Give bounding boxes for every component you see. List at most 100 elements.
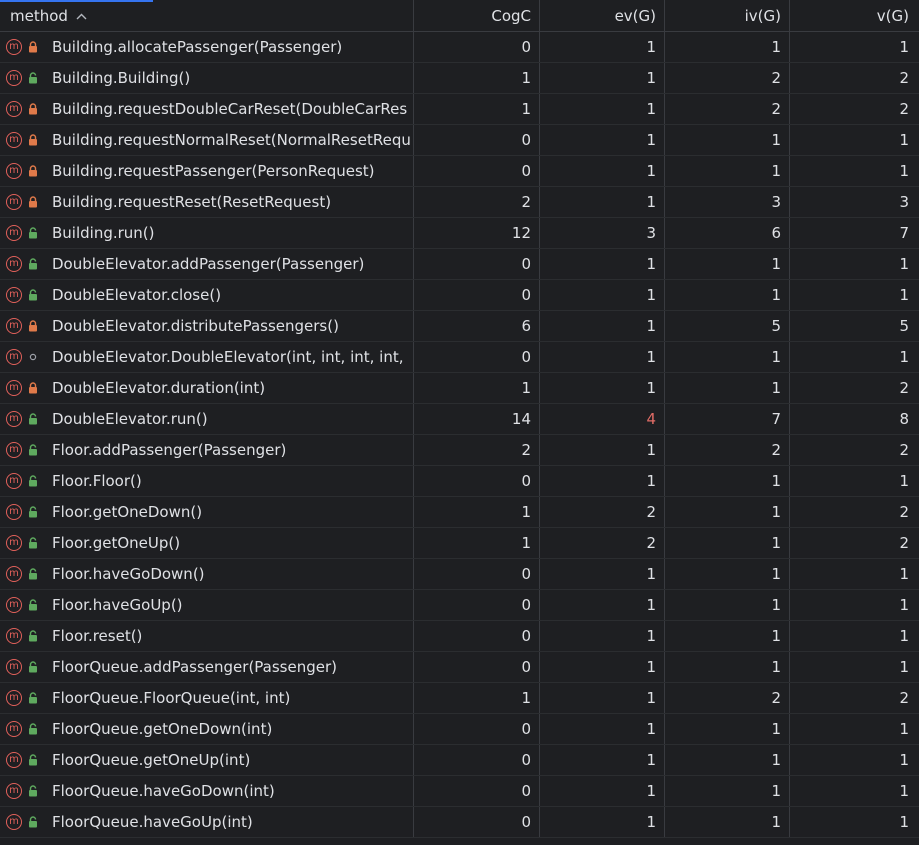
public-unlock-icon [26,691,40,705]
table-row[interactable]: m Building.requestReset(ResetRequest) 2 1 3 3 [0,187,919,218]
ev-cell: 4 [540,404,665,434]
v-cell: 1 [899,658,909,676]
table-row[interactable]: m DoubleElevator.distributePassengers() 6 1… [0,311,919,342]
method-icon: m [6,287,22,303]
method-cell: m Building.requestPassenger(PersonRequest… [0,156,414,186]
table-row[interactable]: m Floor.getOneDown() 1 2 1 2 [0,497,919,528]
method-name: FloorQueue.getOneDown(int) [52,720,273,738]
v-cell: 1 [899,131,909,149]
public-unlock-icon [26,753,40,767]
v-cell: 2 [899,379,909,397]
table-row[interactable]: m Building.requestNormalReset(NormalReset… [0,125,919,156]
column-header-cogc[interactable]: CogC [414,0,540,31]
table-row[interactable]: m Building.allocatePassenger(Passenger) 0 1… [0,32,919,63]
method-name: Floor.haveGoUp() [52,596,183,614]
ev-cell: 1 [540,683,665,713]
method-name: Floor.haveGoDown() [52,565,205,583]
table-row[interactable]: m Building.requestDoubleCarReset(DoubleCa… [0,94,919,125]
table-row[interactable]: m DoubleElevator.close() 0 1 1 1 [0,280,919,311]
v-cell: 1 [899,782,909,800]
ev-cell: 1 [540,125,665,155]
method-cell: m FloorQueue.haveGoDown(int) [0,776,414,806]
table-row[interactable]: m FloorQueue.haveGoUp(int) 0 1 1 1 [0,807,919,838]
iv-cell: 1 [665,156,790,186]
cogc-cell: 1 [414,528,540,558]
method-icon: m [6,628,22,644]
ev-cell: 1 [540,63,665,93]
table-row[interactable]: m FloorQueue.FloorQueue(int, int) 1 1 2 2 [0,683,919,714]
cogc-cell: 0 [414,652,540,682]
cogc-cell: 2 [414,187,540,217]
cogc-cell: 0 [414,621,540,651]
method-icon: m [6,659,22,675]
method-name: Floor.Floor() [52,472,142,490]
public-unlock-icon [26,505,40,519]
method-icon: m [6,132,22,148]
cogc-cell: 1 [414,683,540,713]
method-name: DoubleElevator.addPassenger(Passenger) [52,255,365,273]
method-cell: m FloorQueue.addPassenger(Passenger) [0,652,414,682]
private-lock-icon [26,381,40,395]
iv-cell: 7 [665,404,790,434]
iv-cell: 2 [665,63,790,93]
ev-cell: 1 [540,807,665,837]
method-cell: m DoubleElevator.addPassenger(Passenger) [0,249,414,279]
table-row[interactable]: m FloorQueue.getOneUp(int) 0 1 1 1 [0,745,919,776]
table-row[interactable]: m FloorQueue.haveGoDown(int) 0 1 1 1 [0,776,919,807]
table-row[interactable]: m Floor.haveGoUp() 0 1 1 1 [0,590,919,621]
method-name: Building.requestDoubleCarReset(DoubleCar… [52,100,408,118]
cogc-cell: 1 [414,373,540,403]
iv-cell: 1 [665,776,790,806]
table-row[interactable]: m Floor.Floor() 0 1 1 1 [0,466,919,497]
table-row[interactable]: m DoubleElevator.addPassenger(Passenger) 0… [0,249,919,280]
method-cell: m Floor.getOneUp() [0,528,414,558]
iv-cell: 1 [665,125,790,155]
column-header-method[interactable]: method [0,0,414,31]
v-cell: 2 [899,441,909,459]
ev-cell: 1 [540,435,665,465]
table-row[interactable]: m Floor.haveGoDown() 0 1 1 1 [0,559,919,590]
ev-cell: 1 [540,280,665,310]
cogc-cell: 0 [414,559,540,589]
table-row[interactable]: m DoubleElevator.DoubleElevator(int, int,… [0,342,919,373]
table-row[interactable]: m Floor.getOneUp() 1 2 1 2 [0,528,919,559]
private-lock-icon [26,319,40,333]
table-row[interactable]: m Building.Building() 1 1 2 2 [0,63,919,94]
method-cell: m FloorQueue.getOneDown(int) [0,714,414,744]
column-header-iv[interactable]: iv(G) [665,0,790,31]
table-row[interactable]: m FloorQueue.getOneDown(int) 0 1 1 1 [0,714,919,745]
table-row[interactable]: m Building.requestPassenger(PersonRequest… [0,156,919,187]
method-name: DoubleElevator.duration(int) [52,379,266,397]
iv-cell: 1 [665,466,790,496]
table-row[interactable]: m Floor.reset() 0 1 1 1 [0,621,919,652]
column-header-ev[interactable]: ev(G) [540,0,665,31]
table-row[interactable]: m DoubleElevator.run() 14 4 7 8 [0,404,919,435]
iv-cell: 1 [665,249,790,279]
method-cell: m Building.allocatePassenger(Passenger) [0,32,414,62]
table-row[interactable]: m FloorQueue.addPassenger(Passenger) 0 1 1 1 [0,652,919,683]
table-row[interactable]: m Building.run() 12 3 6 7 [0,218,919,249]
public-unlock-icon [26,722,40,736]
method-name: DoubleElevator.DoubleElevator(int, int, … [52,348,404,366]
table-row[interactable]: m DoubleElevator.duration(int) 1 1 1 2 [0,373,919,404]
table-row[interactable]: m Floor.addPassenger(Passenger) 2 1 2 2 [0,435,919,466]
v-cell: 2 [899,100,909,118]
method-cell: m Floor.haveGoDown() [0,559,414,589]
iv-cell: 3 [665,187,790,217]
method-cell: m Floor.reset() [0,621,414,651]
method-name: FloorQueue.addPassenger(Passenger) [52,658,337,676]
ev-cell: 1 [540,32,665,62]
public-unlock-icon [26,226,40,240]
column-header-v[interactable]: v(G) [790,0,919,31]
v-cell: 5 [899,317,909,335]
v-cell: 1 [899,596,909,614]
cogc-cell: 6 [414,311,540,341]
ev-cell: 3 [540,218,665,248]
v-cell: 1 [899,627,909,645]
iv-cell: 1 [665,590,790,620]
public-unlock-icon [26,443,40,457]
sort-ascending-icon[interactable] [76,9,87,23]
cogc-cell: 14 [414,404,540,434]
method-name: Floor.addPassenger(Passenger) [52,441,287,459]
public-unlock-icon [26,288,40,302]
